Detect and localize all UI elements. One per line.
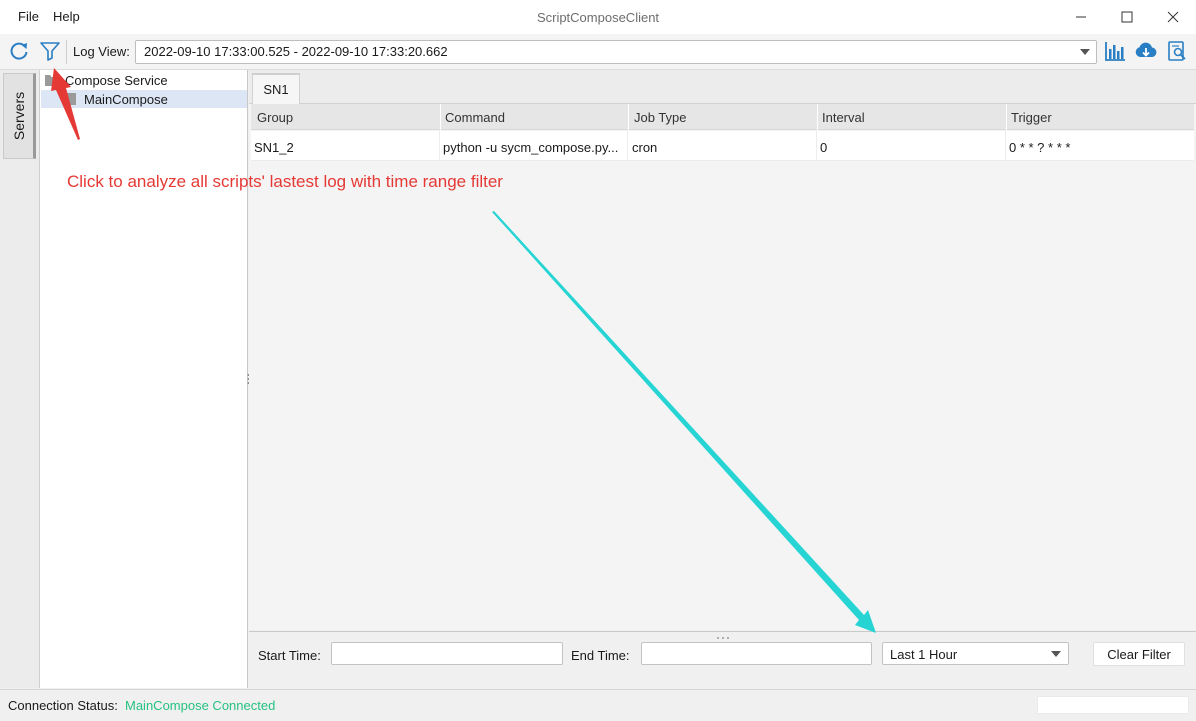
annotation-text: Click to analyze all scripts' lastest lo… xyxy=(67,172,503,191)
chart-button[interactable] xyxy=(1103,39,1127,63)
toolbar-divider xyxy=(66,40,67,64)
log-view-value: 2022-09-10 17:33:00.525 - 2022-09-10 17:… xyxy=(144,44,448,59)
column-header-group[interactable]: Group xyxy=(257,110,293,125)
column-header-trigger[interactable]: Trigger xyxy=(1011,110,1052,125)
maximize-icon xyxy=(1121,11,1133,23)
menu-file[interactable]: File xyxy=(18,9,39,24)
time-range-select[interactable]: Last 1 Hour xyxy=(882,642,1069,665)
tree-item-compose-service[interactable]: Compose Service xyxy=(41,71,247,89)
close-icon xyxy=(1167,11,1179,23)
side-tab-strip xyxy=(0,70,40,688)
end-time-input[interactable] xyxy=(641,642,872,665)
search-document-icon xyxy=(1168,41,1186,61)
download-button[interactable] xyxy=(1134,39,1158,63)
refresh-button[interactable] xyxy=(7,39,31,63)
connection-status-label: Connection Status: xyxy=(8,698,118,713)
refresh-icon xyxy=(10,42,28,60)
minimize-icon xyxy=(1076,16,1086,18)
table-header: Group Command Job Type Interval Trigger xyxy=(251,104,1194,130)
servers-tab[interactable]: Servers xyxy=(3,73,36,159)
start-time-label: Start Time: xyxy=(258,648,321,663)
tree-item-label: Compose Service xyxy=(65,73,168,88)
tree-item-maincompose[interactable]: MainCompose xyxy=(41,90,247,108)
splitter-grip-icon xyxy=(717,637,729,639)
filter-button[interactable] xyxy=(38,39,62,63)
connection-status-value: MainCompose Connected xyxy=(125,698,276,713)
close-button[interactable] xyxy=(1150,0,1196,34)
chart-icon xyxy=(1105,42,1125,61)
chevron-down-icon xyxy=(1080,49,1090,55)
column-header-job-type[interactable]: Job Type xyxy=(634,110,687,125)
title-bar xyxy=(0,0,1196,34)
log-view-select[interactable]: 2022-09-10 17:33:00.525 - 2022-09-10 17:… xyxy=(135,40,1097,64)
cell-command: python -u sycm_compose.py... xyxy=(443,140,619,155)
tab-sn1[interactable]: SN1 xyxy=(252,73,300,104)
minimize-button[interactable] xyxy=(1058,0,1104,34)
start-time-input[interactable] xyxy=(331,642,563,665)
folder-icon xyxy=(45,75,59,86)
table-row[interactable]: SN1_2 python -u sycm_compose.py... cron … xyxy=(251,131,1194,161)
column-header-command[interactable]: Command xyxy=(445,110,505,125)
clear-filter-button[interactable]: Clear Filter xyxy=(1093,642,1185,666)
end-time-label: End Time: xyxy=(571,648,630,663)
server-icon xyxy=(67,93,76,105)
servers-tab-label: Servers xyxy=(10,91,27,141)
tab-bar xyxy=(249,70,1196,104)
filter-icon xyxy=(40,42,60,61)
column-header-interval[interactable]: Interval xyxy=(822,110,865,125)
cell-trigger: 0 * * ? * * * xyxy=(1009,140,1071,155)
search-log-button[interactable] xyxy=(1165,39,1189,63)
table-empty-area xyxy=(251,162,1194,628)
chevron-down-icon xyxy=(1051,651,1061,657)
server-tree-panel xyxy=(40,70,248,688)
menu-help[interactable]: Help xyxy=(53,9,80,24)
tree-item-label: MainCompose xyxy=(84,92,168,107)
horizontal-splitter-handle[interactable] xyxy=(716,628,730,639)
cell-group: SN1_2 xyxy=(254,140,294,155)
maximize-button[interactable] xyxy=(1104,0,1150,34)
log-view-label: Log View: xyxy=(73,44,130,59)
status-progress-box xyxy=(1037,696,1189,714)
cell-job-type: cron xyxy=(632,140,658,155)
cell-interval: 0 xyxy=(820,140,828,155)
time-range-value: Last 1 Hour xyxy=(890,647,958,662)
cloud-download-icon xyxy=(1135,42,1157,57)
